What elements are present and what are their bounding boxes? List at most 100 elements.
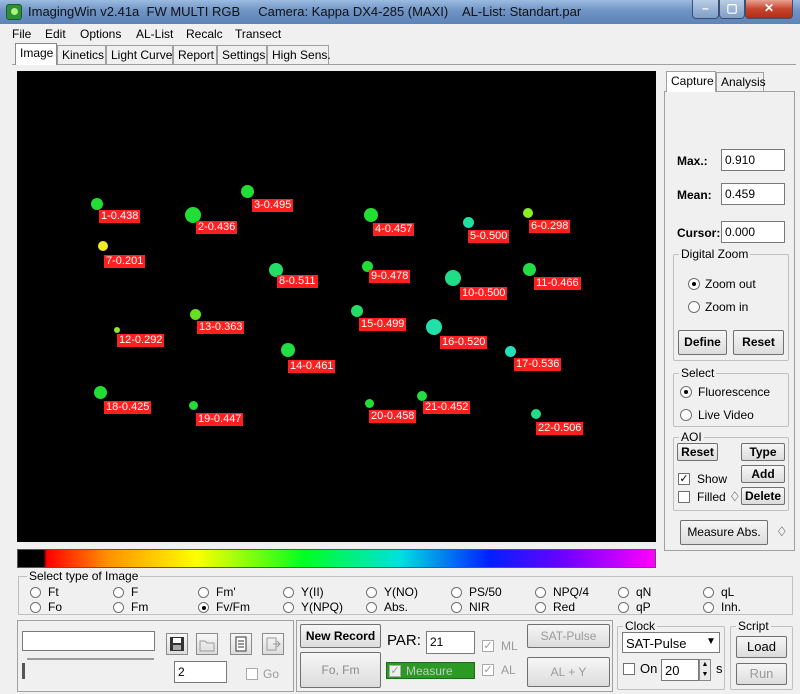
image-type-label[interactable]: NIR <box>469 600 490 614</box>
tab-analysis[interactable]: Analysis <box>716 72 766 92</box>
zoom-in-label[interactable]: Zoom in <box>705 300 748 314</box>
image-type-radio[interactable] <box>366 602 377 613</box>
record-name-input[interactable] <box>22 631 155 651</box>
measure-abs-button[interactable]: Measure Abs. <box>680 520 768 545</box>
menu-recalc[interactable]: Recalc <box>186 27 223 41</box>
live-video-label[interactable]: Live Video <box>698 408 754 422</box>
image-type-radio[interactable] <box>535 587 546 598</box>
live-video-radio[interactable] <box>680 409 692 421</box>
tab-image[interactable]: Image <box>15 43 57 65</box>
fluorescence-label[interactable]: Fluorescence <box>698 385 770 399</box>
measure-checkbox[interactable]: ✓ <box>389 665 401 677</box>
par-input[interactable]: 21 <box>426 631 475 654</box>
image-type-label[interactable]: PS/50 <box>469 585 502 599</box>
image-type-label[interactable]: Y(NPQ) <box>301 600 343 614</box>
aoi-type-button[interactable]: Type <box>741 443 785 461</box>
spot-16[interactable] <box>426 319 442 335</box>
image-type-radio[interactable] <box>703 602 714 613</box>
tab-high-sens[interactable]: High Sens. <box>267 45 331 65</box>
al-checkbox[interactable]: ✓ <box>482 664 494 676</box>
aoi-delete-button[interactable]: Delete <box>741 487 785 505</box>
maximize-button[interactable]: ▢ <box>719 0 745 19</box>
image-type-label[interactable]: qL <box>721 585 734 599</box>
image-type-radio[interactable] <box>30 587 41 598</box>
filled-help-icon[interactable]: ♢ <box>729 489 741 505</box>
script-load-button[interactable]: Load <box>736 636 787 658</box>
ml-checkbox[interactable]: ✓ <box>482 640 494 652</box>
clock-interval-input[interactable]: 20 <box>661 659 699 681</box>
tab-light-curve[interactable]: Light Curve <box>106 45 173 65</box>
image-type-radio[interactable] <box>451 587 462 598</box>
menu-options[interactable]: Options <box>80 27 121 41</box>
show-checkbox[interactable]: ✓ <box>678 473 690 485</box>
al-plus-y-button[interactable]: AL + Y <box>527 657 610 687</box>
image-type-label[interactable]: Fm <box>131 600 148 614</box>
report-button[interactable] <box>230 633 252 655</box>
spot-15[interactable] <box>351 305 363 317</box>
image-type-label[interactable]: Y(II) <box>301 585 324 599</box>
image-type-radio[interactable] <box>618 587 629 598</box>
zoom-reset-button[interactable]: Reset <box>733 330 784 355</box>
filled-label[interactable]: Filled <box>697 490 726 504</box>
record-counter[interactable]: 2 <box>174 661 227 683</box>
image-type-radio[interactable] <box>618 602 629 613</box>
image-type-radio[interactable] <box>535 602 546 613</box>
spot-14[interactable] <box>281 343 295 357</box>
image-type-label[interactable]: Ft <box>48 585 59 599</box>
image-type-radio[interactable] <box>113 602 124 613</box>
sat-pulse-button[interactable]: SAT-Pulse <box>527 624 610 648</box>
spot-17[interactable] <box>505 346 516 357</box>
menu-edit[interactable]: Edit <box>45 27 66 41</box>
tab-kinetics[interactable]: Kinetics <box>57 45 106 65</box>
spot-20[interactable] <box>365 399 374 408</box>
zoom-in-radio[interactable] <box>688 301 700 313</box>
minimize-button[interactable]: – <box>692 0 719 19</box>
image-type-radio[interactable] <box>30 602 41 613</box>
zoom-out-radio[interactable] <box>688 278 700 290</box>
measure-indicator[interactable]: ✓ Measure <box>386 662 475 679</box>
image-type-label[interactable]: Fv/Fm <box>216 600 250 614</box>
menu-al-list[interactable]: AL-List <box>136 27 173 41</box>
tab-capture[interactable]: Capture <box>666 71 716 92</box>
show-label[interactable]: Show <box>697 472 727 486</box>
spot-10[interactable] <box>445 270 461 286</box>
spot-4[interactable] <box>364 208 378 222</box>
image-type-label[interactable]: Y(NO) <box>384 585 418 599</box>
image-type-radio[interactable] <box>366 587 377 598</box>
tab-settings[interactable]: Settings <box>217 45 267 65</box>
spot-19[interactable] <box>189 401 198 410</box>
spot-12[interactable] <box>114 327 120 333</box>
zoom-out-label[interactable]: Zoom out <box>705 277 756 291</box>
script-run-button[interactable]: Run <box>736 663 787 685</box>
image-type-label[interactable]: qN <box>636 585 651 599</box>
spot-21[interactable] <box>417 391 427 401</box>
image-type-radio[interactable] <box>451 602 462 613</box>
spot-11[interactable] <box>523 263 536 276</box>
image-type-radio[interactable] <box>198 587 209 598</box>
image-type-radio[interactable] <box>283 602 294 613</box>
image-type-radio[interactable] <box>113 587 124 598</box>
clock-mode-select[interactable]: SAT-Pulse ▼ <box>622 632 720 653</box>
image-type-label[interactable]: Inh. <box>721 600 741 614</box>
spot-22[interactable] <box>531 409 541 419</box>
spot-3[interactable] <box>241 185 254 198</box>
save-button[interactable] <box>166 633 188 655</box>
export-button[interactable] <box>262 633 284 655</box>
menu-transect[interactable]: Transect <box>235 27 281 41</box>
spot-6[interactable] <box>523 208 533 218</box>
fluorescence-radio[interactable] <box>680 386 692 398</box>
spot-5[interactable] <box>463 217 474 228</box>
fluorescence-image[interactable]: 1-0.438 2-0.436 3-0.495 4-0.457 5-0.500 … <box>17 71 656 542</box>
image-type-radio[interactable] <box>283 587 294 598</box>
spot-13[interactable] <box>190 309 201 320</box>
image-type-radio[interactable] <box>703 587 714 598</box>
image-type-label[interactable]: NPQ/4 <box>553 585 589 599</box>
image-type-label[interactable]: qP <box>636 600 651 614</box>
open-button[interactable] <box>196 633 218 655</box>
image-type-label[interactable]: Red <box>553 600 575 614</box>
image-type-label[interactable]: Abs. <box>384 600 408 614</box>
fo-fm-button[interactable]: Fo, Fm <box>300 652 381 688</box>
close-button[interactable]: ✕ <box>745 0 793 19</box>
image-type-radio[interactable] <box>198 602 209 613</box>
tab-report[interactable]: Report <box>173 45 217 65</box>
